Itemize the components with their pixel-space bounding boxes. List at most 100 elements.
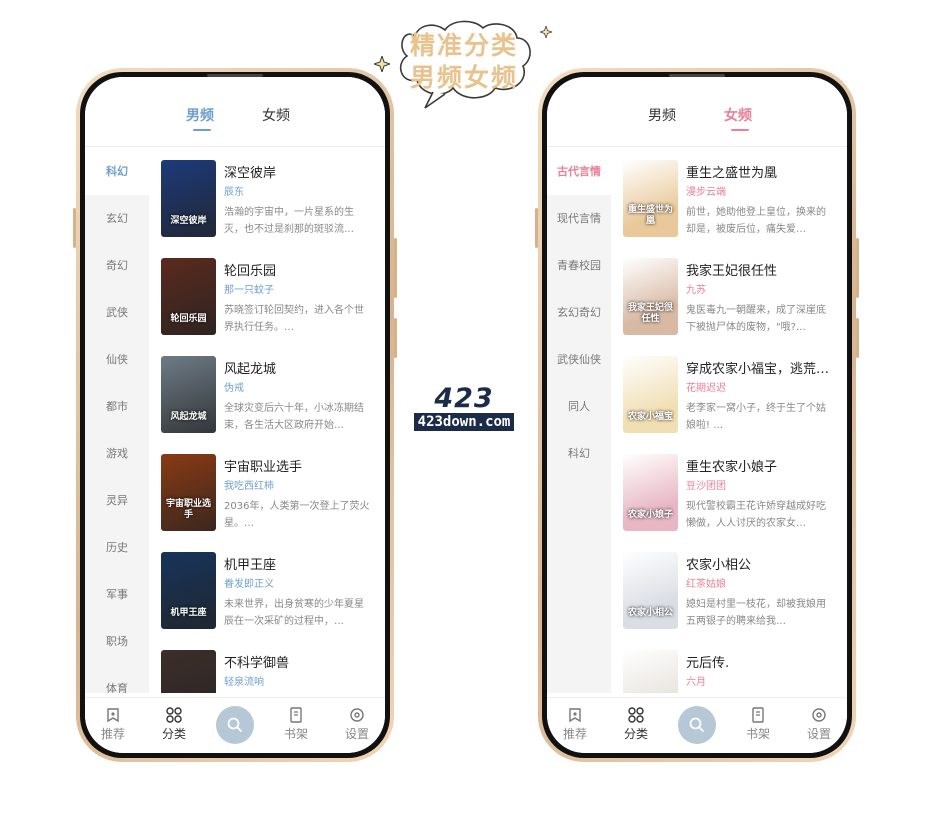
category-item[interactable]: 武侠 (85, 289, 149, 336)
book-item[interactable]: 深空彼岸 深空彼岸 辰东 浩瀚的宇宙中，一片星系的生灭，也不过是刹那的斑驳流… (161, 148, 377, 246)
book-description: 全球灾变后六十年，小冰冻期结束，各生活大区政府开始… (224, 403, 364, 431)
book-author: 花期迟迟 (686, 383, 726, 394)
book-description: 浩瀚的宇宙中，一片星系的生灭，也不过是刹那的斑驳流… (224, 207, 354, 235)
category-item[interactable]: 游戏 (85, 430, 149, 477)
book-cover[interactable]: 我家王妃很任性 (623, 258, 678, 335)
nav-label: 推荐 (100, 727, 125, 741)
book-item[interactable]: 元后传元后传. 六月 (623, 638, 839, 693)
cover-title: 我家王妃很任性 (627, 303, 673, 324)
book-list: 重生盛世为凰 重生之盛世为凰 漫步云端 前世，她助他登上皇位，换来的却是，被废后位，痛… (611, 148, 847, 693)
book-description: 前世，她助他登上皇位，换来的却是，被废后位，痛失爱… (686, 207, 826, 235)
category-item[interactable]: 武侠仙侠 (547, 336, 611, 383)
book-author: 豆沙团团 (686, 481, 726, 492)
cover-title: 农家小娘子 (627, 510, 673, 520)
book-cover[interactable]: 风起龙城 (161, 356, 216, 433)
book-cover[interactable]: 轮回乐园 (161, 258, 216, 335)
cover-title: 深空彼岸 (170, 216, 207, 226)
phone-side-button (856, 238, 859, 298)
watermark-logo: 423 423down.com (414, 383, 514, 435)
category-item[interactable]: 玄幻奇幻 (547, 289, 611, 336)
nav-category[interactable]: 分类 (614, 706, 658, 742)
book-item[interactable]: 机甲王座 机甲王座 眷发即正义 未来世界，出身贫寒的少年夏星辰在一次采矿的过程中，… (161, 540, 377, 638)
nav-label: 分类 (161, 727, 186, 741)
nav-category[interactable]: 分类 (152, 706, 196, 742)
book-author: 六月 (686, 677, 706, 688)
nav-recommend[interactable]: 推荐 (91, 706, 135, 742)
book-item[interactable]: 农家小福宝 穿成农家小福宝，逃荒… 花期迟迟 老李家一窝小子，终于生了个姑娘啦! … (623, 344, 839, 442)
book-description: 鬼医毒九一朝醒来，成了深崖底下被抛尸体的废物，"哦?… (686, 305, 826, 333)
bottom-nav: 推荐 分类 书架 设置 (547, 697, 847, 753)
category-item[interactable]: 体育 (85, 665, 149, 693)
book-list: 深空彼岸 深空彼岸 辰东 浩瀚的宇宙中，一片星系的生灭，也不过是刹那的斑驳流… 轮回乐园… (149, 148, 385, 693)
nav-label: 书架 (283, 727, 308, 741)
category-item[interactable]: 军事 (85, 571, 149, 618)
book-cover[interactable]: 深空彼岸 (161, 160, 216, 237)
tab-female[interactable]: 女频 (262, 105, 290, 125)
category-item[interactable]: 奇幻 (85, 242, 149, 289)
book-title: 宇宙职业选手 (224, 460, 303, 475)
nav-settings[interactable]: 设置 (797, 706, 841, 742)
nav-recommend[interactable]: 推荐 (553, 706, 597, 742)
search-icon (689, 717, 705, 733)
category-item[interactable]: 同人 (547, 383, 611, 430)
book-item[interactable]: 重生盛世为凰 重生之盛世为凰 漫步云端 前世，她助他登上皇位，换来的却是，被废后位，痛… (623, 148, 839, 246)
category-item[interactable]: 现代言情 (547, 195, 611, 242)
phone-side-button (535, 208, 538, 248)
tab-female[interactable]: 女频 (724, 105, 752, 125)
gender-tabs: 男频 女频 (85, 77, 385, 147)
nav-bookshelf[interactable]: 书架 (274, 706, 318, 742)
book-cover[interactable]: 元后传 (623, 650, 678, 693)
book-cover[interactable]: 农家小娘子 (623, 454, 678, 531)
category-item[interactable]: 科幻 (85, 148, 149, 195)
recommend-icon (569, 708, 581, 723)
tab-male[interactable]: 男频 (648, 105, 676, 125)
book-item[interactable]: 轮回乐园 轮回乐园 那一只蚊子 苏晓签订轮回契约，进入各个世界执行任务。… (161, 246, 377, 344)
tab-male[interactable]: 男频 (186, 105, 214, 125)
book-item[interactable]: 不科学御兽 轻泉流响 (161, 638, 377, 693)
search-button[interactable] (678, 706, 716, 744)
category-sidebar: 科幻 玄幻 奇幻 武侠 仙侠 都市 游戏 灵异 历史 军事 职场 体育 (85, 148, 149, 693)
book-cover[interactable]: 宇宙职业选手 (161, 454, 216, 531)
category-item[interactable]: 灵异 (85, 477, 149, 524)
book-item[interactable]: 农家小相公 农家小相公 红茶姑娘 媳妇是村里一枝花，却被我娘用五两银子的聘来给我… (623, 540, 839, 638)
book-item[interactable]: 我家王妃很任性 我家王妃很任性 九苏 鬼医毒九一朝醒来，成了深崖底下被抛尸体的废物，"… (623, 246, 839, 344)
gender-tabs: 男频 女频 (547, 77, 847, 147)
category-item[interactable]: 历史 (85, 524, 149, 571)
book-cover[interactable]: 农家小福宝 (623, 356, 678, 433)
book-description: 老李家一窝小子，终于生了个姑娘啦! … (686, 403, 826, 431)
book-author: 轻泉流响 (224, 677, 264, 688)
search-button[interactable] (216, 706, 254, 744)
book-cover[interactable] (161, 650, 216, 693)
category-item[interactable]: 古代言情 (547, 148, 611, 195)
book-item[interactable]: 农家小娘子 重生农家小娘子 豆沙团团 现代警校霸王花许娇穿越成好吃懒做，人人讨厌的农家… (623, 442, 839, 540)
book-cover[interactable]: 机甲王座 (161, 552, 216, 629)
book-title: 不科学御兽 (224, 656, 290, 671)
nav-bookshelf[interactable]: 书架 (736, 706, 780, 742)
book-description: 未来世界，出身贫寒的少年夏星辰在一次采矿的过程中，… (224, 599, 364, 627)
nav-settings[interactable]: 设置 (335, 706, 379, 742)
sparkle-icon (540, 26, 552, 38)
watermark-domain: 423down.com (414, 413, 514, 431)
category-item[interactable]: 仙侠 (85, 336, 149, 383)
book-author: 漫步云端 (686, 187, 726, 198)
category-item[interactable]: 都市 (85, 383, 149, 430)
book-cover[interactable]: 农家小相公 (623, 552, 678, 629)
book-item[interactable]: 宇宙职业选手 宇宙职业选手 我吃西红柿 2036年，人类第一次登上了荧火星。… (161, 442, 377, 540)
phone-female: 男频 女频 古代言情 现代言情 青春校园 玄幻奇幻 武侠仙侠 同人 科幻 重生盛世为凰 重生之… (535, 68, 859, 762)
category-item[interactable]: 青春校园 (547, 242, 611, 289)
nav-label: 设置 (806, 727, 831, 741)
cover-title: 轮回乐园 (170, 314, 207, 324)
category-item[interactable]: 玄幻 (85, 195, 149, 242)
book-item[interactable]: 风起龙城 风起龙城 伪戒 全球灾变后六十年，小冰冻期结束，各生活大区政府开始… (161, 344, 377, 442)
recommend-icon (107, 708, 119, 723)
book-author: 辰东 (224, 187, 244, 198)
category-item[interactable]: 科幻 (547, 430, 611, 477)
book-title: 风起龙城 (224, 362, 277, 377)
book-author: 红茶姑娘 (686, 579, 726, 590)
book-cover[interactable]: 重生盛世为凰 (623, 160, 678, 237)
book-title: 元后传. (686, 656, 730, 671)
book-author: 九苏 (686, 285, 706, 296)
category-item[interactable]: 职场 (85, 618, 149, 665)
nav-label: 推荐 (562, 727, 587, 741)
cover-title: 风起龙城 (170, 412, 207, 422)
